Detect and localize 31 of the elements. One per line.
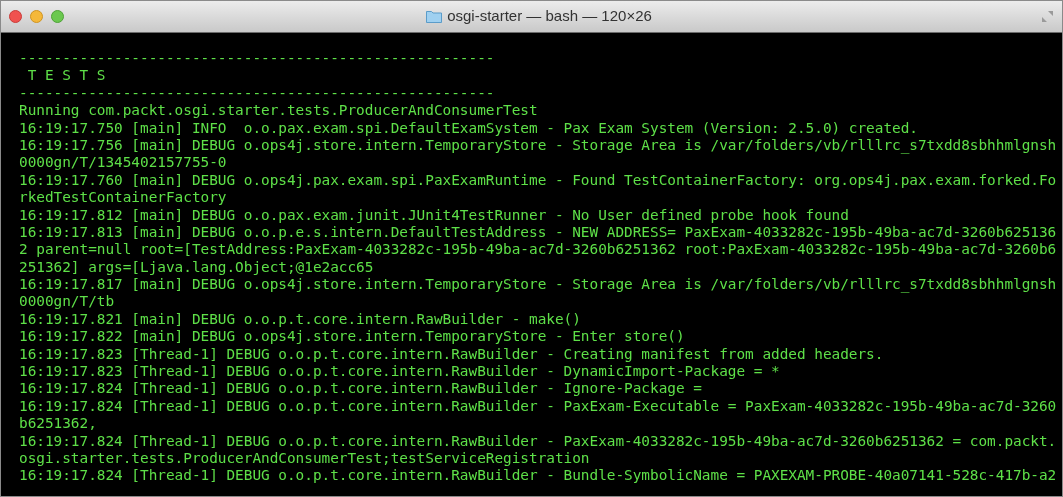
window-title: osgi-starter — bash — 120×26 xyxy=(447,6,652,27)
terminal-line: 0000gn/T/1345402157755-0 xyxy=(19,154,228,172)
minimize-button[interactable] xyxy=(30,10,43,23)
terminal-line: Running com.packt.osgi.starter.tests.ProducerAndConsumerTest xyxy=(19,102,539,120)
terminal-line: 16:19:17.824 [Thread-1] DEBUG o.o.p.t.core.intern.RawBuilder - PaxExam-4033282c-195b-49ba-ac7d-3260b6251362 = com.packt. xyxy=(19,432,1058,450)
terminal-line: b6251362, xyxy=(19,415,98,433)
terminal-line: rkedTestContainerFactory xyxy=(19,189,228,207)
terminal-line: 16:19:17.824 [Thread-1] DEBUG o.o.p.t.core.intern.RawBuilder - Bundle-SymbolicName = PAXEXAM-PROBE-40a07141-528c-417b-a2 xyxy=(19,467,1058,485)
terminal-line: 16:19:17.824 [Thread-1] DEBUG o.o.p.t.core.intern.RawBuilder - PaxExam-Executable = PaxExam-4033282c-195b-49ba-ac7d-3260 xyxy=(19,397,1058,416)
terminal-line: 16:19:17.760 [main] DEBUG o.ops4j.pax.exam.spi.PaxExamRuntime - Found TestContainerFactory: org.ops4j.pax.exam.forked.Fo xyxy=(19,171,1058,190)
terminal-line: 16:19:17.821 [main] DEBUG o.o.p.t.core.intern.RawBuilder - make() xyxy=(19,310,582,329)
terminal-line: 16:19:17.817 [main] DEBUG o.ops4j.store.intern.TemporaryStore - Storage Area is /var/folders/vb/rlllrc_s7txdd8sbhhmlgnsh xyxy=(19,276,1058,294)
terminal-line: 16:19:17.822 [main] DEBUG o.ops4j.store.intern.TemporaryStore - Enter store() xyxy=(19,328,686,346)
terminal-line: ------------------------------------------------------- xyxy=(19,84,496,103)
terminal-line: 16:19:17.756 [main] DEBUG o.ops4j.store.intern.TemporaryStore - Storage Area is /var/folders/vb/rlllrc_s7txdd8sbhhmlgnsh xyxy=(19,136,1058,155)
terminal-line: 16:19:17.823 [Thread-1] DEBUG o.o.p.t.core.intern.RawBuilder - DynamicImport-Package = * xyxy=(19,363,781,381)
zoom-button[interactable] xyxy=(51,10,64,23)
folder-icon xyxy=(426,10,443,23)
close-button[interactable] xyxy=(9,10,22,23)
terminal-line: 16:19:17.812 [main] DEBUG o.o.pax.exam.junit.JUnit4TestRunner - No User defined probe hook found xyxy=(19,206,850,224)
terminal-line: osgi.starter.tests.ProducerAndConsumerTest;testServiceRegistration xyxy=(19,450,591,468)
terminal-line: T E S T S xyxy=(26,67,107,85)
terminal-line: 16:19:17.823 [Thread-1] DEBUG o.o.p.t.core.intern.RawBuilder - Creating manifest from added headers. xyxy=(19,345,885,364)
terminal-line: 16:19:17.824 [Thread-1] DEBUG o.o.p.t.core.intern.RawBuilder - Ignore-Package = xyxy=(19,380,703,398)
terminal-line: ------------------------------------------------------- xyxy=(19,50,496,68)
terminal-line: 16:19:17.813 [main] DEBUG o.o.p.e.s.intern.DefaultTestAddress - NEW ADDRESS= PaxExam-4033282c-195b-49ba-ac7d-3260b625136 xyxy=(19,223,1058,242)
fullscreen-icon[interactable] xyxy=(1041,10,1054,23)
terminal-line: 2 parent=null root=[TestAddress:PaxExam-4033282c-195b-49ba-ac7d-3260b6251362 root:PaxExam-4033282c-195b-49ba-ac7d-3260b6 xyxy=(19,241,1058,259)
terminal-line: 251362] args=[Ljava.lang.Object;@1e2acc65 xyxy=(19,258,375,277)
terminal-line: 16:19:17.750 [main] INFO o.o.pax.exam.spi.DefaultExamSystem - Pax Exam System (Version: 2.5.0) created. xyxy=(19,119,919,137)
terminal-line: 0000gn/T/tb xyxy=(19,293,116,311)
